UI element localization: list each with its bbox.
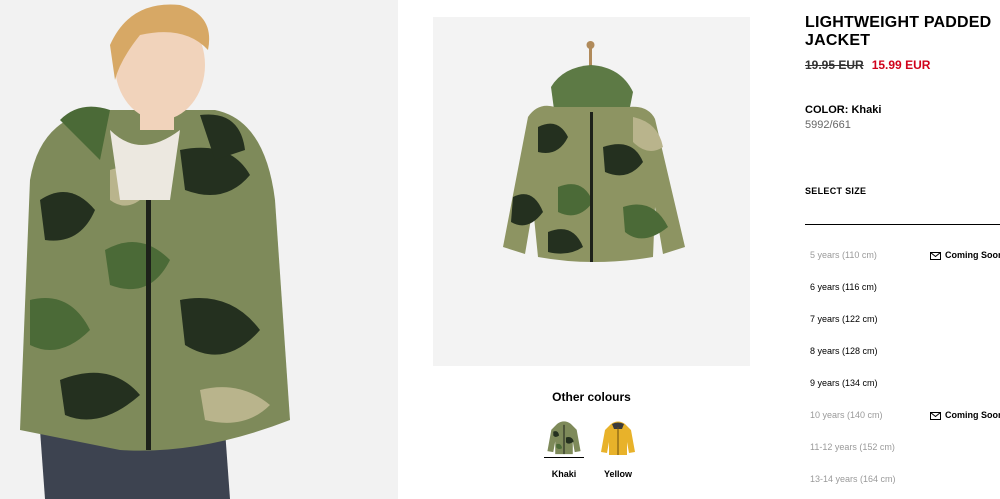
price-block: 19.95 EUR 15.99 EUR: [805, 58, 1000, 72]
size-option-label: 7 years (122 cm): [810, 314, 878, 324]
product-title: LIGHTWEIGHT PADDED JACKET: [805, 14, 1000, 50]
envelope-icon: [930, 252, 941, 260]
envelope-icon: [930, 412, 941, 420]
size-option-label: 11-12 years (152 cm): [810, 442, 895, 452]
sale-price: 15.99 EUR: [871, 58, 931, 72]
size-option-9-years[interactable]: 9 years (134 cm): [810, 378, 1000, 410]
camo-jacket-thumbnail-icon: [544, 418, 584, 458]
size-list: 5 years (110 cm) Coming Soon 6 years (11…: [810, 250, 1000, 499]
size-option-7-years[interactable]: 7 years (122 cm): [810, 314, 1000, 346]
coming-soon-label: Coming Soon: [945, 250, 1000, 260]
size-option-label: 13-14 years (164 cm): [810, 474, 896, 484]
size-option-label: 10 years (140 cm): [810, 410, 883, 420]
swatch-khaki[interactable]: Khaki: [544, 418, 584, 479]
coming-soon-notice[interactable]: Coming Soon: [930, 410, 1000, 420]
coming-soon-notice[interactable]: Coming Soon: [930, 250, 1000, 260]
size-option-10-years[interactable]: 10 years (140 cm) Coming Soon: [810, 410, 1000, 442]
size-divider: [805, 224, 1000, 225]
size-option-13-14-years[interactable]: 13-14 years (164 cm): [810, 474, 1000, 499]
size-option-label: 8 years (128 cm): [810, 346, 878, 356]
swatch-yellow-label: Yellow: [603, 469, 632, 479]
product-title-line1: LIGHTWEIGHT PADDED: [805, 14, 992, 31]
product-reference: 5992/661: [805, 119, 851, 131]
swatch-yellow[interactable]: Yellow: [598, 418, 638, 479]
yellow-jacket-thumbnail-icon: [601, 421, 635, 455]
size-option-label: 9 years (134 cm): [810, 378, 878, 388]
old-price: 19.95 EUR: [805, 58, 864, 72]
size-option-6-years[interactable]: 6 years (116 cm): [810, 282, 1000, 314]
size-option-5-years[interactable]: 5 years (110 cm) Coming Soon: [810, 250, 1000, 282]
product-info: LIGHTWEIGHT PADDED JACKET 19.95 EUR 15.99…: [805, 14, 1000, 72]
select-size-title: SELECT SIZE: [805, 186, 867, 196]
color-label: COLOR: Khaki: [805, 104, 882, 116]
other-colours-title: Other colours: [552, 390, 631, 404]
size-option-label: 6 years (116 cm): [810, 282, 877, 292]
size-option-11-12-years[interactable]: 11-12 years (152 cm): [810, 442, 1000, 474]
product-photo[interactable]: [433, 17, 750, 366]
coming-soon-label: Coming Soon: [945, 410, 1000, 420]
product-title-line2: JACKET: [805, 32, 871, 49]
swatch-khaki-label: Khaki: [551, 469, 577, 479]
model-photo[interactable]: [0, 0, 398, 499]
size-option-label: 5 years (110 cm): [810, 250, 877, 260]
size-option-8-years[interactable]: 8 years (128 cm): [810, 346, 1000, 378]
